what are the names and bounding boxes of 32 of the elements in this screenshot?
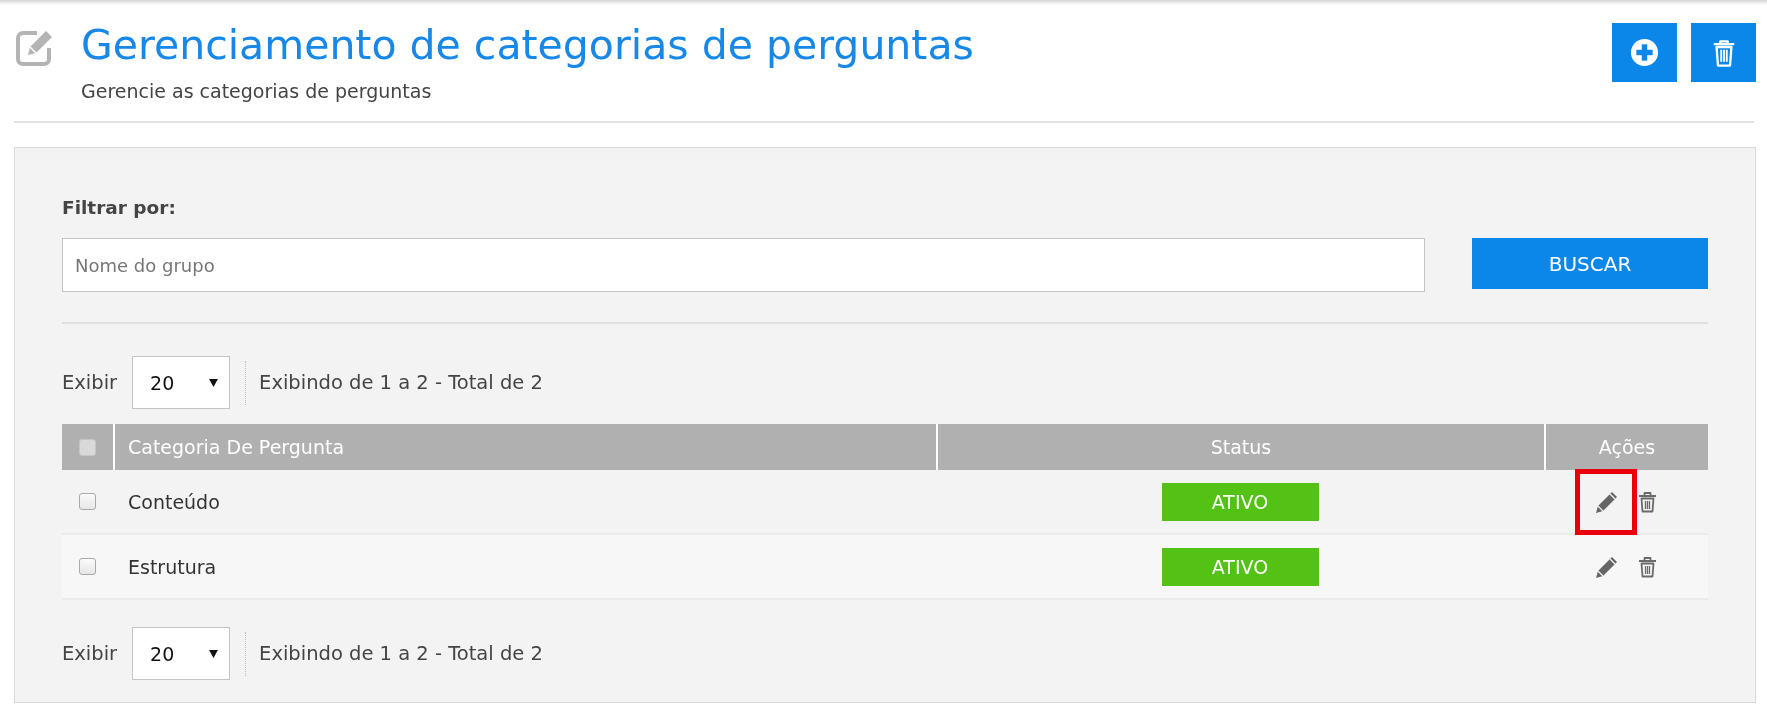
pencil-square-icon: [14, 28, 54, 66]
edit-button[interactable]: [1594, 554, 1618, 579]
results-summary: Exibindo de 1 a 2 - Total de 2: [259, 371, 543, 394]
caret-icon: [209, 649, 219, 658]
delete-button[interactable]: [1636, 490, 1658, 513]
status-badge: ATIVO: [1161, 482, 1319, 521]
filter-label: Filtrar por:: [62, 196, 177, 220]
trash-icon: [1636, 490, 1658, 513]
page-size-label: Exibir: [62, 371, 118, 394]
page-size-select[interactable]: 20: [132, 356, 231, 409]
edit-button[interactable]: [1594, 489, 1618, 514]
add-button[interactable]: [1612, 23, 1677, 82]
table-cell-text: Conteúdo: [127, 489, 221, 515]
pencil-icon: [1594, 489, 1618, 514]
delete-button[interactable]: [1691, 23, 1756, 82]
checkbox[interactable]: [79, 558, 96, 575]
checkbox[interactable]: [79, 493, 96, 510]
delete-button[interactable]: [1636, 555, 1658, 578]
checkbox[interactable]: [79, 438, 96, 456]
caret-icon: [209, 378, 219, 387]
pencil-icon: [1594, 554, 1618, 579]
page-size-select[interactable]: 20: [132, 627, 231, 680]
search-button[interactable]: BUSCAR: [1472, 238, 1708, 289]
page-title: Gerenciamento de categorias de perguntas: [81, 21, 975, 69]
page-subtitle: Gerencie as categorias de perguntas: [81, 80, 433, 102]
status-badge: ATIVO: [1161, 547, 1319, 586]
table-cell-text: Estrutura: [127, 554, 218, 580]
trash-icon: [1636, 555, 1658, 578]
results-summary: Exibindo de 1 a 2 - Total de 2: [259, 642, 543, 665]
plus-circle-icon: [1630, 38, 1659, 67]
page-size-label: Exibir: [62, 642, 118, 665]
search-field[interactable]: Nome do grupo: [62, 238, 1425, 292]
